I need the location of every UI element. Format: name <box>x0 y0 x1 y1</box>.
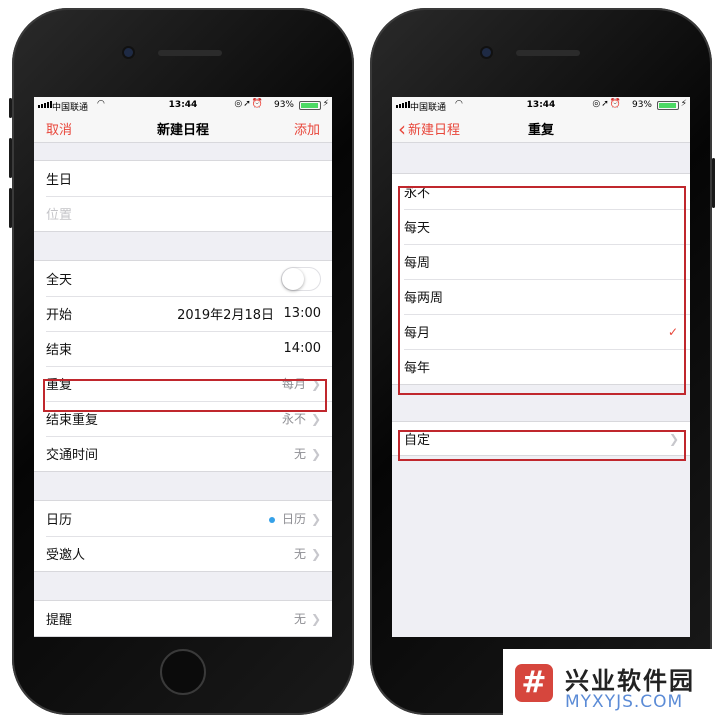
battery-icon <box>299 101 321 110</box>
repeat-value: 每月 <box>281 377 306 391</box>
alert-row[interactable]: 提醒 无 ❯ <box>34 601 332 636</box>
repeat-option-label: 每天 <box>404 221 431 236</box>
calendar-group: 日历 日历 ❯ 受邀人 无 ❯ <box>34 500 332 572</box>
earpiece-speaker <box>516 50 580 56</box>
custom-group: 自定 ❯ <box>392 421 690 456</box>
time-group: 全天 开始 2019年2月18日 13:00 结束 14:00 重复 每月 ❯ … <box>34 260 332 472</box>
chevron-right-icon: ❯ <box>310 376 321 391</box>
watermark-url: MYXYJS.COM <box>565 692 684 712</box>
invitees-label: 受邀人 <box>46 548 86 563</box>
travel-time-label: 交通时间 <box>46 448 99 463</box>
event-title-field[interactable]: 生日 <box>34 161 332 196</box>
battery-percent: 93% <box>273 100 294 110</box>
repeat-option-label: 每两周 <box>404 291 444 306</box>
watermark-logo: # <box>515 664 553 702</box>
location-placeholder: 位置 <box>46 208 73 223</box>
checkmark-icon: ✓ <box>667 324 678 339</box>
calendar-label: 日历 <box>46 513 73 528</box>
alert-group: 提醒 无 ❯ <box>34 600 332 637</box>
new-event-screen: 中国联通 ◠ 13:44 ◎➚⏰ 93% ⚡ 取消 新建日程 添加 生日 位置 … <box>34 97 332 637</box>
repeat-label: 重复 <box>46 378 73 393</box>
front-camera <box>124 48 133 57</box>
end-label: 结束 <box>46 343 73 358</box>
end-repeat-row[interactable]: 结束重复 永不 ❯ <box>34 401 332 436</box>
add-button[interactable]: 添加 <box>294 119 320 138</box>
repeat-option-row[interactable]: 每月 ✓ <box>392 314 690 349</box>
chevron-right-icon: ❯ <box>310 411 321 426</box>
repeat-option-row[interactable]: 每年 <box>392 349 690 384</box>
repeat-option-row[interactable]: 永不 <box>392 174 690 209</box>
status-icons: ◎➚⏰ <box>592 99 622 109</box>
charging-icon: ⚡ <box>322 99 329 109</box>
home-button[interactable] <box>160 649 206 695</box>
watermark: # 兴业软件园 MYXYJS.COM <box>503 649 721 723</box>
chevron-right-icon: ❯ <box>668 431 679 446</box>
left-phone: 中国联通 ◠ 13:44 ◎➚⏰ 93% ⚡ 取消 新建日程 添加 生日 位置 … <box>9 8 354 715</box>
invitees-row[interactable]: 受邀人 无 ❯ <box>34 536 332 571</box>
start-date: 2019年2月18日 <box>177 308 274 323</box>
repeat-option-row[interactable]: 每两周 <box>392 279 690 314</box>
status-icons: ◎➚⏰ <box>234 99 264 109</box>
battery-percent: 93% <box>631 100 652 110</box>
calendar-row[interactable]: 日历 日历 ❯ <box>34 501 332 536</box>
nav-bar: 取消 新建日程 添加 <box>34 115 332 143</box>
travel-time-value: 无 <box>293 447 306 461</box>
travel-time-row[interactable]: 交通时间 无 ❯ <box>34 436 332 471</box>
location-field[interactable]: 位置 <box>34 196 332 231</box>
end-row[interactable]: 结束 14:00 <box>34 331 332 366</box>
calendar-value: 日历 <box>268 510 306 527</box>
page-title: 重复 <box>527 123 554 138</box>
repeat-option-row[interactable]: 每周 <box>392 244 690 279</box>
page-title: 新建日程 <box>156 123 209 138</box>
charging-icon: ⚡ <box>680 99 687 109</box>
calendar-value-text: 日历 <box>281 512 306 526</box>
front-camera <box>482 48 491 57</box>
status-bar: 中国联通 ◠ 13:44 ◎➚⏰ 93% ⚡ <box>34 97 332 115</box>
repeat-row[interactable]: 重复 每月 ❯ <box>34 366 332 401</box>
chevron-right-icon: ❯ <box>310 446 321 461</box>
custom-repeat-row[interactable]: 自定 ❯ <box>392 422 690 455</box>
all-day-toggle[interactable] <box>281 266 321 291</box>
chevron-right-icon: ❯ <box>310 611 321 626</box>
invitees-value: 无 <box>293 547 306 561</box>
start-label: 开始 <box>46 308 73 323</box>
repeat-option-label: 每周 <box>404 256 431 271</box>
calendar-color-dot <box>268 516 275 523</box>
repeat-option-label: 每月 <box>404 326 431 341</box>
custom-repeat-label: 自定 <box>404 433 431 448</box>
title-location-group: 生日 位置 <box>34 160 332 232</box>
repeat-screen: 中国联通 ◠ 13:44 ◎➚⏰ 93% ⚡ ‹ 新建日程 重复 永不每天每周每两… <box>392 97 690 637</box>
right-phone: 中国联通 ◠ 13:44 ◎➚⏰ 93% ⚡ ‹ 新建日程 重复 永不每天每周每两… <box>370 8 715 715</box>
chevron-right-icon: ❯ <box>310 546 321 561</box>
battery-icon <box>657 101 679 110</box>
repeat-option-label: 永不 <box>404 186 431 201</box>
status-bar: 中国联通 ◠ 13:44 ◎➚⏰ 93% ⚡ <box>392 97 690 115</box>
chevron-right-icon: ❯ <box>310 511 321 526</box>
all-day-row: 全天 <box>34 261 332 296</box>
end-repeat-label: 结束重复 <box>46 413 99 428</box>
event-title-value: 生日 <box>46 173 73 188</box>
repeat-options-list: 永不每天每周每两周每月 ✓ 每年 <box>392 173 690 385</box>
alert-label: 提醒 <box>46 613 73 628</box>
watermark-name: 兴业软件园 <box>565 667 695 695</box>
start-row[interactable]: 开始 2019年2月18日 13:00 <box>34 296 332 331</box>
alert-value: 无 <box>293 612 306 626</box>
start-time: 13:00 <box>283 306 321 321</box>
earpiece-speaker <box>158 50 222 56</box>
end-time: 14:00 <box>283 341 321 356</box>
all-day-label: 全天 <box>46 273 73 288</box>
repeat-option-row[interactable]: 每天 <box>392 209 690 244</box>
repeat-option-label: 每年 <box>404 361 431 376</box>
nav-bar: ‹ 新建日程 重复 <box>392 115 690 143</box>
end-repeat-value: 永不 <box>281 412 306 426</box>
